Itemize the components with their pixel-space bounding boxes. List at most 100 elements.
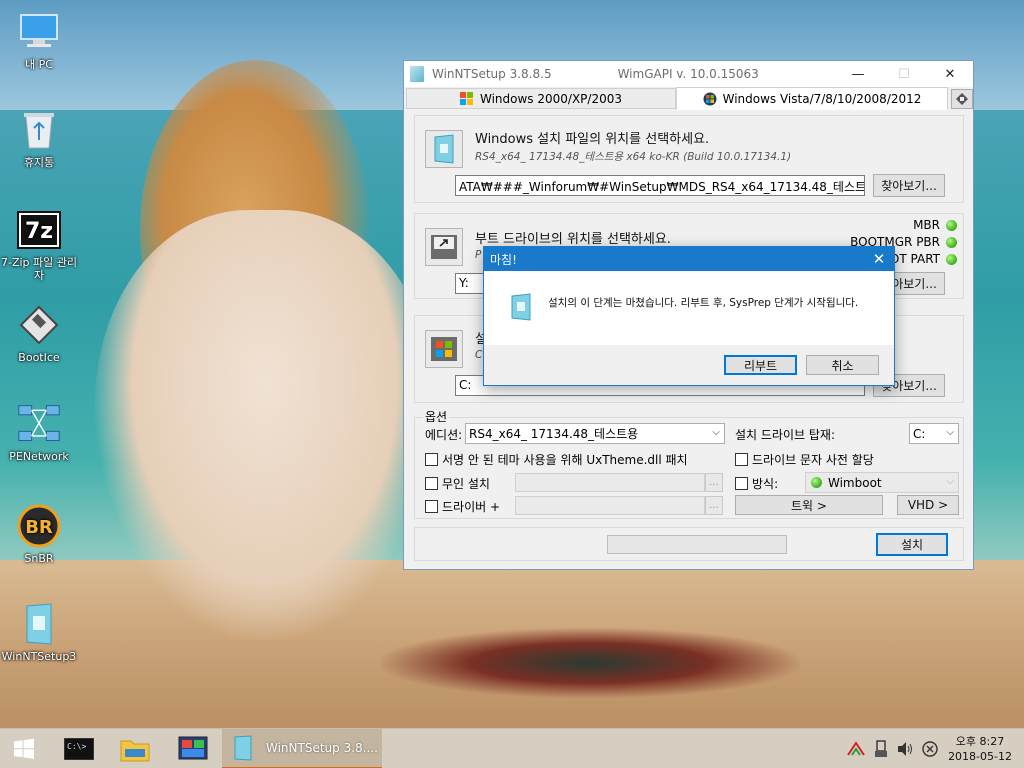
- desktop-icon-penetwork[interactable]: PENetwork: [1, 402, 77, 463]
- os-tabs: Windows 2000/XP/2003 Windows Vista/7/8/1…: [405, 87, 974, 110]
- folder-icon: [120, 740, 150, 762]
- settings-button[interactable]: [951, 89, 973, 109]
- taskbar-winntsetup-button[interactable]: WinNTSetup 3.8....: [222, 729, 382, 768]
- tweaks-button[interactable]: 트윅 >: [735, 495, 883, 515]
- status-ok-icon: [946, 253, 957, 265]
- dialog-footer: 리부트 취소: [484, 345, 894, 385]
- window-titlebar[interactable]: WinNTSetup 3.8.8.5 WimGAPI v. 10.0.15063…: [404, 61, 973, 87]
- network-status-icon[interactable]: [846, 741, 866, 757]
- checkbox-box: [425, 477, 438, 490]
- windows-orb-icon: [703, 92, 717, 105]
- source-subtitle: RS4_x64_ 17134.48_테스트용 x64 ko-KR (Build …: [475, 151, 792, 163]
- monitor-icon: [17, 10, 61, 54]
- desktop-icon-label: SnBR: [24, 552, 54, 565]
- mode-label: 방식:: [752, 477, 779, 491]
- uxtheme-patch-checkbox[interactable]: 서명 안 된 테마 사용을 위해 UxTheme.dll 패치: [425, 451, 688, 468]
- checkbox-box: [425, 453, 438, 466]
- install-subtitle: C: [475, 349, 483, 361]
- dialog-body: 설치의 이 단계는 마쳤습니다. 리부트 후, SysPrep 단계가 시작됩니…: [484, 271, 894, 345]
- desktop-icon-winntsetup[interactable]: WinNTSetup3: [1, 602, 77, 663]
- edition-select[interactable]: RS4_x64_ 17134.48_테스트용 ⌵: [465, 423, 725, 444]
- dialog-close-button[interactable]: ✕: [864, 247, 894, 271]
- desktop-icon-7zip[interactable]: 7z 7-Zip 파일 관리자: [1, 208, 77, 282]
- desktop-icon-label: 7-Zip 파일 관리자: [1, 256, 78, 282]
- recycle-bin-icon: [17, 108, 61, 152]
- settings-icon: [956, 93, 968, 105]
- desktop-icon-label: WinNTSetup3: [1, 650, 77, 663]
- clock-date: 2018-05-12: [948, 750, 1012, 763]
- source-browse-button[interactable]: 찾아보기...: [873, 174, 945, 197]
- progress-bar: [607, 535, 787, 554]
- desktop-icon-my-pc[interactable]: 내 PC: [1, 10, 77, 71]
- taskbar-explorer-button[interactable]: [112, 729, 158, 768]
- unattended-file-input[interactable]: [515, 473, 705, 492]
- mount-drive-select[interactable]: C: ⌵: [909, 423, 959, 444]
- unattended-browse-button[interactable]: ...: [705, 473, 723, 492]
- taskbar: C:\> WinNTSetup 3.8.... 오후 8:27 2018-05-…: [0, 728, 1024, 768]
- prealloc-letter-checkbox[interactable]: 드라이브 문자 사전 할당: [735, 451, 874, 468]
- reboot-button[interactable]: 리부트: [724, 355, 797, 375]
- uxtheme-patch-label: 서명 안 된 테마 사용을 위해 UxTheme.dll 패치: [442, 453, 688, 467]
- wallpaper-towel: [380, 628, 800, 698]
- svg-text:C:\>: C:\>: [67, 742, 86, 751]
- command-prompt-icon: C:\>: [64, 738, 94, 760]
- volume-icon[interactable]: [896, 741, 914, 757]
- unattended-checkbox[interactable]: 무인 설치: [425, 475, 490, 492]
- system-tray: 오후 8:27 2018-05-12: [846, 729, 1024, 768]
- setup-button[interactable]: 설치: [876, 533, 948, 556]
- br-logo-icon: BR: [17, 504, 61, 548]
- vhd-button[interactable]: VHD >: [897, 495, 959, 515]
- source-title: Windows 설치 파일의 위치를 선택하세요.: [475, 132, 710, 147]
- maximize-button[interactable]: ☐: [881, 61, 927, 87]
- windows-logo-icon: [14, 738, 34, 759]
- source-panel: Windows 설치 파일의 위치를 선택하세요. RS4_x64_ 17134…: [414, 115, 964, 203]
- edition-label: 에디션:: [425, 428, 463, 442]
- mode-value: Wimboot: [828, 475, 882, 490]
- windows-setup-icon: [511, 293, 531, 321]
- drivers-label: 드라이버 +: [442, 500, 501, 514]
- drivers-path-input[interactable]: [515, 496, 705, 515]
- mount-drive-label: 설치 드라이브 탑재:: [735, 428, 835, 442]
- app-icon: [410, 66, 424, 82]
- taskbar-app-label: WinNTSetup 3.8....: [266, 741, 378, 755]
- windows-setup-icon: [17, 602, 61, 646]
- prealloc-letter-label: 드라이브 문자 사전 할당: [752, 453, 874, 467]
- boot-drive-icon: [425, 228, 463, 266]
- status-ok-icon: [946, 219, 957, 231]
- tab-modern-windows[interactable]: Windows Vista/7/8/10/2008/2012: [676, 87, 948, 110]
- svg-text:7z: 7z: [25, 219, 53, 244]
- mbr-status: MBR: [913, 218, 957, 232]
- desktop-icon-snbr[interactable]: BR SnBR: [1, 504, 77, 565]
- svg-text:BR: BR: [25, 517, 53, 538]
- mode-select[interactable]: Wimboot ⌵: [805, 472, 959, 493]
- cancel-button[interactable]: 취소: [806, 355, 879, 375]
- tab-label: Windows Vista/7/8/10/2008/2012: [722, 91, 922, 106]
- boot-title: 부트 드라이브의 위치를 선택하세요.: [475, 232, 671, 247]
- mode-checkbox[interactable]: 방식:: [735, 475, 778, 492]
- drivers-checkbox[interactable]: 드라이버 +: [425, 498, 500, 515]
- desktop-icon-recycle-bin[interactable]: 휴지통: [1, 108, 77, 169]
- minimize-button[interactable]: —: [835, 61, 881, 87]
- start-button[interactable]: [0, 729, 48, 768]
- options-group: 옵션 에디션: RS4_x64_ 17134.48_테스트용 ⌵ 설치 드라이브…: [414, 408, 964, 519]
- wimgapi-version: WimGAPI v. 10.0.15063: [617, 67, 759, 81]
- unattended-label: 무인 설치: [442, 477, 490, 491]
- dialog-message: 설치의 이 단계는 마쳤습니다. 리부트 후, SysPrep 단계가 시작됩니…: [548, 297, 859, 309]
- close-circle-icon[interactable]: [922, 741, 938, 757]
- drivers-browse-button[interactable]: ...: [705, 496, 723, 515]
- bottom-panel: 설치: [414, 527, 964, 561]
- taskbar-cmd-button[interactable]: C:\>: [56, 729, 102, 768]
- clock[interactable]: 오후 8:27 2018-05-12: [948, 734, 1012, 764]
- taskbar-display-button[interactable]: [168, 729, 218, 768]
- clock-time: 오후 8:27: [955, 735, 1005, 748]
- usb-device-icon[interactable]: [874, 740, 888, 758]
- dialog-titlebar[interactable]: 마침!: [484, 247, 894, 271]
- checkbox-box: [735, 477, 748, 490]
- tab-legacy-windows[interactable]: Windows 2000/XP/2003: [406, 88, 676, 109]
- install-drive-icon: [425, 330, 463, 368]
- status-ok-icon: [811, 477, 822, 488]
- close-button[interactable]: ✕: [927, 61, 973, 87]
- source-path-input[interactable]: ATA₩###_Winforum₩#WinSetup₩MDS_RS4_x64_1…: [455, 175, 865, 196]
- install-media-icon: [425, 130, 463, 168]
- desktop-icon-bootice[interactable]: BootIce: [1, 303, 77, 364]
